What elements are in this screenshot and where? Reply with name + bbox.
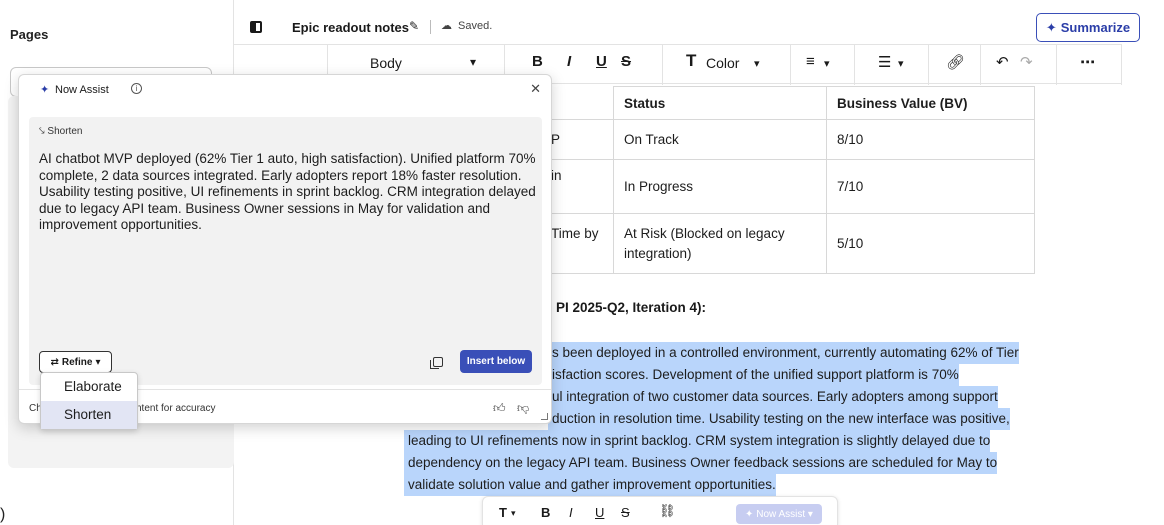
table-cell: 8/10 xyxy=(826,119,1035,160)
action-label-text: Shorten xyxy=(47,126,83,137)
sidebar-toggle-icon[interactable] xyxy=(250,21,262,33)
chevron-down-icon[interactable]: ▾ xyxy=(824,57,830,70)
table-cell: 7/10 xyxy=(826,159,1035,214)
status-table: Status Business Value (BV) P On Track 8/… xyxy=(540,86,1035,274)
chevron-down-icon: ▾ xyxy=(95,356,101,368)
italic-button[interactable]: I xyxy=(567,53,571,70)
table-header-row: Status Business Value (BV) xyxy=(540,86,1035,120)
summarize-button[interactable]: ✦ Summarize xyxy=(1036,13,1140,42)
save-status: Saved. xyxy=(458,20,493,32)
now-assist-label: Now Assist xyxy=(756,508,806,520)
link-icon[interactable]: ⛓ xyxy=(659,503,676,519)
text-color-icon[interactable]: T xyxy=(686,51,696,71)
action-label: ⤥ Shorten xyxy=(39,126,82,137)
refine-label: Refine xyxy=(61,356,93,368)
thumbs-up-icon[interactable]: 👍︎ xyxy=(493,401,506,416)
paragraph-line: leading to UI refinements now in sprint … xyxy=(404,430,991,452)
paragraph-line: ul integration of two customer data sour… xyxy=(548,386,998,408)
chevron-down-icon[interactable]: ▾ xyxy=(470,55,476,69)
pages-title: Pages xyxy=(10,27,49,42)
table-cell: 5/10 xyxy=(826,213,1035,274)
divider xyxy=(1121,45,1122,85)
assist-title: Now Assist xyxy=(55,84,109,96)
divider xyxy=(1056,45,1057,85)
sparkle-icon: ✦ xyxy=(745,508,757,520)
disclaimer-text: ntent for accuracy xyxy=(136,403,216,414)
divider xyxy=(980,45,981,85)
table-cell: In Progress xyxy=(613,159,827,214)
floating-toolbar: T ▾ B I U S ⛓ ✦ Now Assist ▾ xyxy=(482,496,838,525)
chevron-down-icon: ▾ xyxy=(805,508,813,520)
align-left-icon[interactable]: ≡ xyxy=(806,53,815,70)
shorten-icon: ⤥ xyxy=(39,126,45,137)
copy-icon[interactable] xyxy=(430,357,443,369)
sparkle-icon: ✦ xyxy=(40,84,50,96)
paragraph-line: s been deployed in a controlled environm… xyxy=(548,342,1019,364)
chevron-down-icon[interactable]: ▾ xyxy=(898,57,904,70)
assist-header: ✦ Now Assist i ✕ xyxy=(19,75,551,109)
table-row: P On Track 8/10 xyxy=(540,119,1035,160)
chevron-down-icon[interactable]: ▾ xyxy=(511,508,516,519)
section-heading: PI 2025-Q2, Iteration 4): xyxy=(556,300,707,315)
bold-button[interactable]: B xyxy=(532,53,543,70)
stray-text: ) xyxy=(0,506,6,523)
list-icon[interactable]: ☰ xyxy=(878,53,891,71)
table-row: Time by At Risk (Blocked on legacy integ… xyxy=(540,213,1035,274)
style-select[interactable]: Body xyxy=(370,55,402,71)
divider xyxy=(790,45,791,85)
paragraph-line: dependency on the legacy API team. Busin… xyxy=(404,452,998,474)
info-icon[interactable]: i xyxy=(131,83,142,94)
assist-result-text: AI chatbot MVP deployed (62% Tier 1 auto… xyxy=(39,151,536,232)
sparkle-icon: ✦ xyxy=(1045,19,1057,35)
strikethrough-button[interactable]: S xyxy=(621,505,630,520)
underline-button[interactable]: U xyxy=(595,505,604,520)
chevron-down-icon[interactable]: ▾ xyxy=(754,57,760,70)
table-header: Business Value (BV) xyxy=(826,86,1035,120)
bold-button[interactable]: B xyxy=(541,505,550,520)
cloud-saved-icon: ☁ xyxy=(441,20,452,32)
underline-button[interactable]: U xyxy=(596,53,607,70)
close-icon[interactable]: ✕ xyxy=(530,81,541,97)
refine-menu: Elaborate Shorten xyxy=(40,372,138,430)
divider xyxy=(662,45,663,85)
paragraph-line: isfaction scores. Development of the uni… xyxy=(548,364,959,386)
more-options-icon[interactable]: ⋯ xyxy=(1080,53,1095,71)
document-title[interactable]: Epic readout notes xyxy=(292,20,409,35)
undo-icon[interactable]: ↶ xyxy=(996,53,1009,71)
assist-result-area: ⤥ Shorten AI chatbot MVP deployed (62% T… xyxy=(29,117,542,385)
summarize-label: Summarize xyxy=(1060,20,1131,35)
insert-below-button[interactable]: Insert below xyxy=(460,350,532,373)
resize-handle-icon[interactable] xyxy=(541,413,548,420)
color-button[interactable]: Color xyxy=(706,55,739,71)
menu-item-shorten[interactable]: Shorten xyxy=(41,401,137,429)
divider xyxy=(928,45,929,85)
table-cell: On Track xyxy=(613,119,827,160)
table-row: in In Progress 7/10 xyxy=(540,159,1035,214)
paragraph-line: validate solution value and gather impro… xyxy=(404,474,776,496)
editor-header: Epic readout notes ✎ ☁ Saved. ✦ Summariz… xyxy=(234,0,1164,44)
strikethrough-button[interactable]: S xyxy=(621,53,631,70)
divider xyxy=(430,20,431,34)
menu-item-elaborate[interactable]: Elaborate xyxy=(41,373,137,401)
now-assist-button[interactable]: ✦ Now Assist ▾ xyxy=(736,504,822,524)
pencil-icon[interactable]: ✎ xyxy=(409,19,419,33)
link-icon[interactable]: 🔗︎ xyxy=(946,53,965,71)
refine-icon: ⇄ xyxy=(50,356,59,368)
italic-button[interactable]: I xyxy=(569,505,573,520)
table-header: Status xyxy=(613,86,827,120)
paragraph-line: duction in resolution time. Usability te… xyxy=(548,408,1010,430)
text-style-button[interactable]: T xyxy=(499,505,507,520)
thumbs-down-icon[interactable]: 👎︎ xyxy=(517,401,529,416)
table-cell: At Risk (Blocked on legacy integration) xyxy=(613,213,827,274)
redo-icon[interactable]: ↷ xyxy=(1020,53,1033,71)
refine-button[interactable]: ⇄ Refine ▾ xyxy=(39,351,112,373)
divider xyxy=(854,45,855,85)
